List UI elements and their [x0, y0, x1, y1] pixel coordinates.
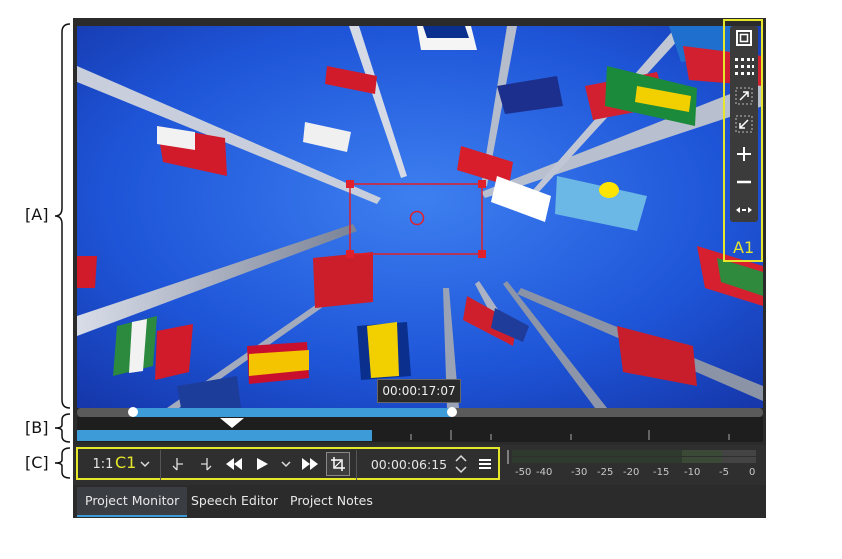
fast-forward-icon	[302, 458, 318, 470]
separator	[356, 450, 357, 480]
hamburger-menu-icon	[479, 459, 491, 469]
tab-speech-editor[interactable]: Speech Editor	[183, 487, 286, 515]
vu-scale-label: -10	[684, 467, 701, 478]
play-options-dropdown[interactable]	[278, 455, 294, 473]
play-icon	[257, 458, 268, 470]
toolbar-tag: A1	[733, 238, 755, 257]
dock-tab-bar: Project Monitor Speech Editor Project No…	[73, 487, 766, 518]
vu-scale-label: -15	[653, 467, 670, 478]
fullscreen-icon	[736, 30, 752, 46]
vu-scale-label: -50	[515, 467, 532, 478]
callout-c: [C]	[25, 453, 49, 472]
zoom-in-icon	[735, 87, 753, 105]
zoom-out-button[interactable]	[732, 112, 756, 136]
brace-c	[54, 447, 71, 479]
tab-project-notes[interactable]: Project Notes	[282, 487, 381, 515]
vu-scale-label: -25	[597, 467, 614, 478]
audio-meter-bars	[507, 450, 756, 464]
rewind-icon	[226, 458, 242, 470]
zone-range[interactable]	[134, 408, 452, 417]
zoom-tag: C1	[115, 453, 137, 472]
crop-toggle-button[interactable]	[326, 452, 350, 476]
brace-b	[54, 413, 71, 443]
rewind-button[interactable]	[223, 454, 245, 474]
vu-scale-label: -5	[719, 467, 729, 478]
vu-scale-label: 0	[749, 467, 756, 478]
audio-meter	[506, 448, 760, 464]
zoom-label[interactable]: 1:1	[90, 453, 116, 475]
zoom-out-icon	[735, 115, 753, 133]
add-button[interactable]	[732, 142, 756, 166]
crop-icon	[331, 457, 345, 471]
vu-scale-label: -20	[623, 467, 640, 478]
separator	[160, 450, 161, 480]
zoom-in-button[interactable]	[732, 84, 756, 108]
zoom-dropdown[interactable]	[138, 455, 152, 473]
chevron-down-icon	[281, 461, 291, 468]
grid-button[interactable]	[732, 54, 756, 78]
remove-button[interactable]	[732, 170, 756, 194]
minus-icon	[737, 180, 751, 184]
plus-icon	[737, 147, 751, 161]
callout-b: [B]	[25, 418, 49, 437]
play-button[interactable]	[251, 454, 273, 474]
timecode-stepper[interactable]	[453, 452, 469, 476]
menu-button[interactable]	[475, 454, 495, 474]
fullscreen-button[interactable]	[732, 26, 756, 50]
brace-a	[54, 23, 71, 409]
zone-out-handle[interactable]	[447, 407, 457, 417]
expand-horizontal-button[interactable]	[732, 198, 756, 222]
playhead	[220, 418, 244, 428]
tab-project-monitor[interactable]: Project Monitor	[77, 487, 188, 517]
grid-icon	[735, 58, 754, 75]
set-in-point-button[interactable]	[168, 454, 188, 474]
set-out-point-icon	[201, 458, 212, 471]
expand-horizontal-icon	[736, 207, 752, 213]
hover-timecode-tooltip: 00:00:17:07	[377, 379, 461, 403]
zone-in-handle[interactable]	[128, 407, 138, 417]
set-in-point-icon	[172, 458, 183, 471]
crop-selection[interactable]	[346, 180, 490, 260]
callout-a: [A]	[25, 205, 49, 224]
vu-scale-label: -30	[571, 467, 588, 478]
up-down-icon	[455, 454, 467, 474]
chevron-down-icon	[140, 461, 150, 468]
forward-button[interactable]	[299, 454, 321, 474]
playback-progress	[77, 430, 372, 441]
timecode-field[interactable]: 00:00:06:15	[364, 453, 454, 475]
vu-scale-label: -40	[536, 467, 553, 478]
set-out-point-button[interactable]	[196, 454, 216, 474]
